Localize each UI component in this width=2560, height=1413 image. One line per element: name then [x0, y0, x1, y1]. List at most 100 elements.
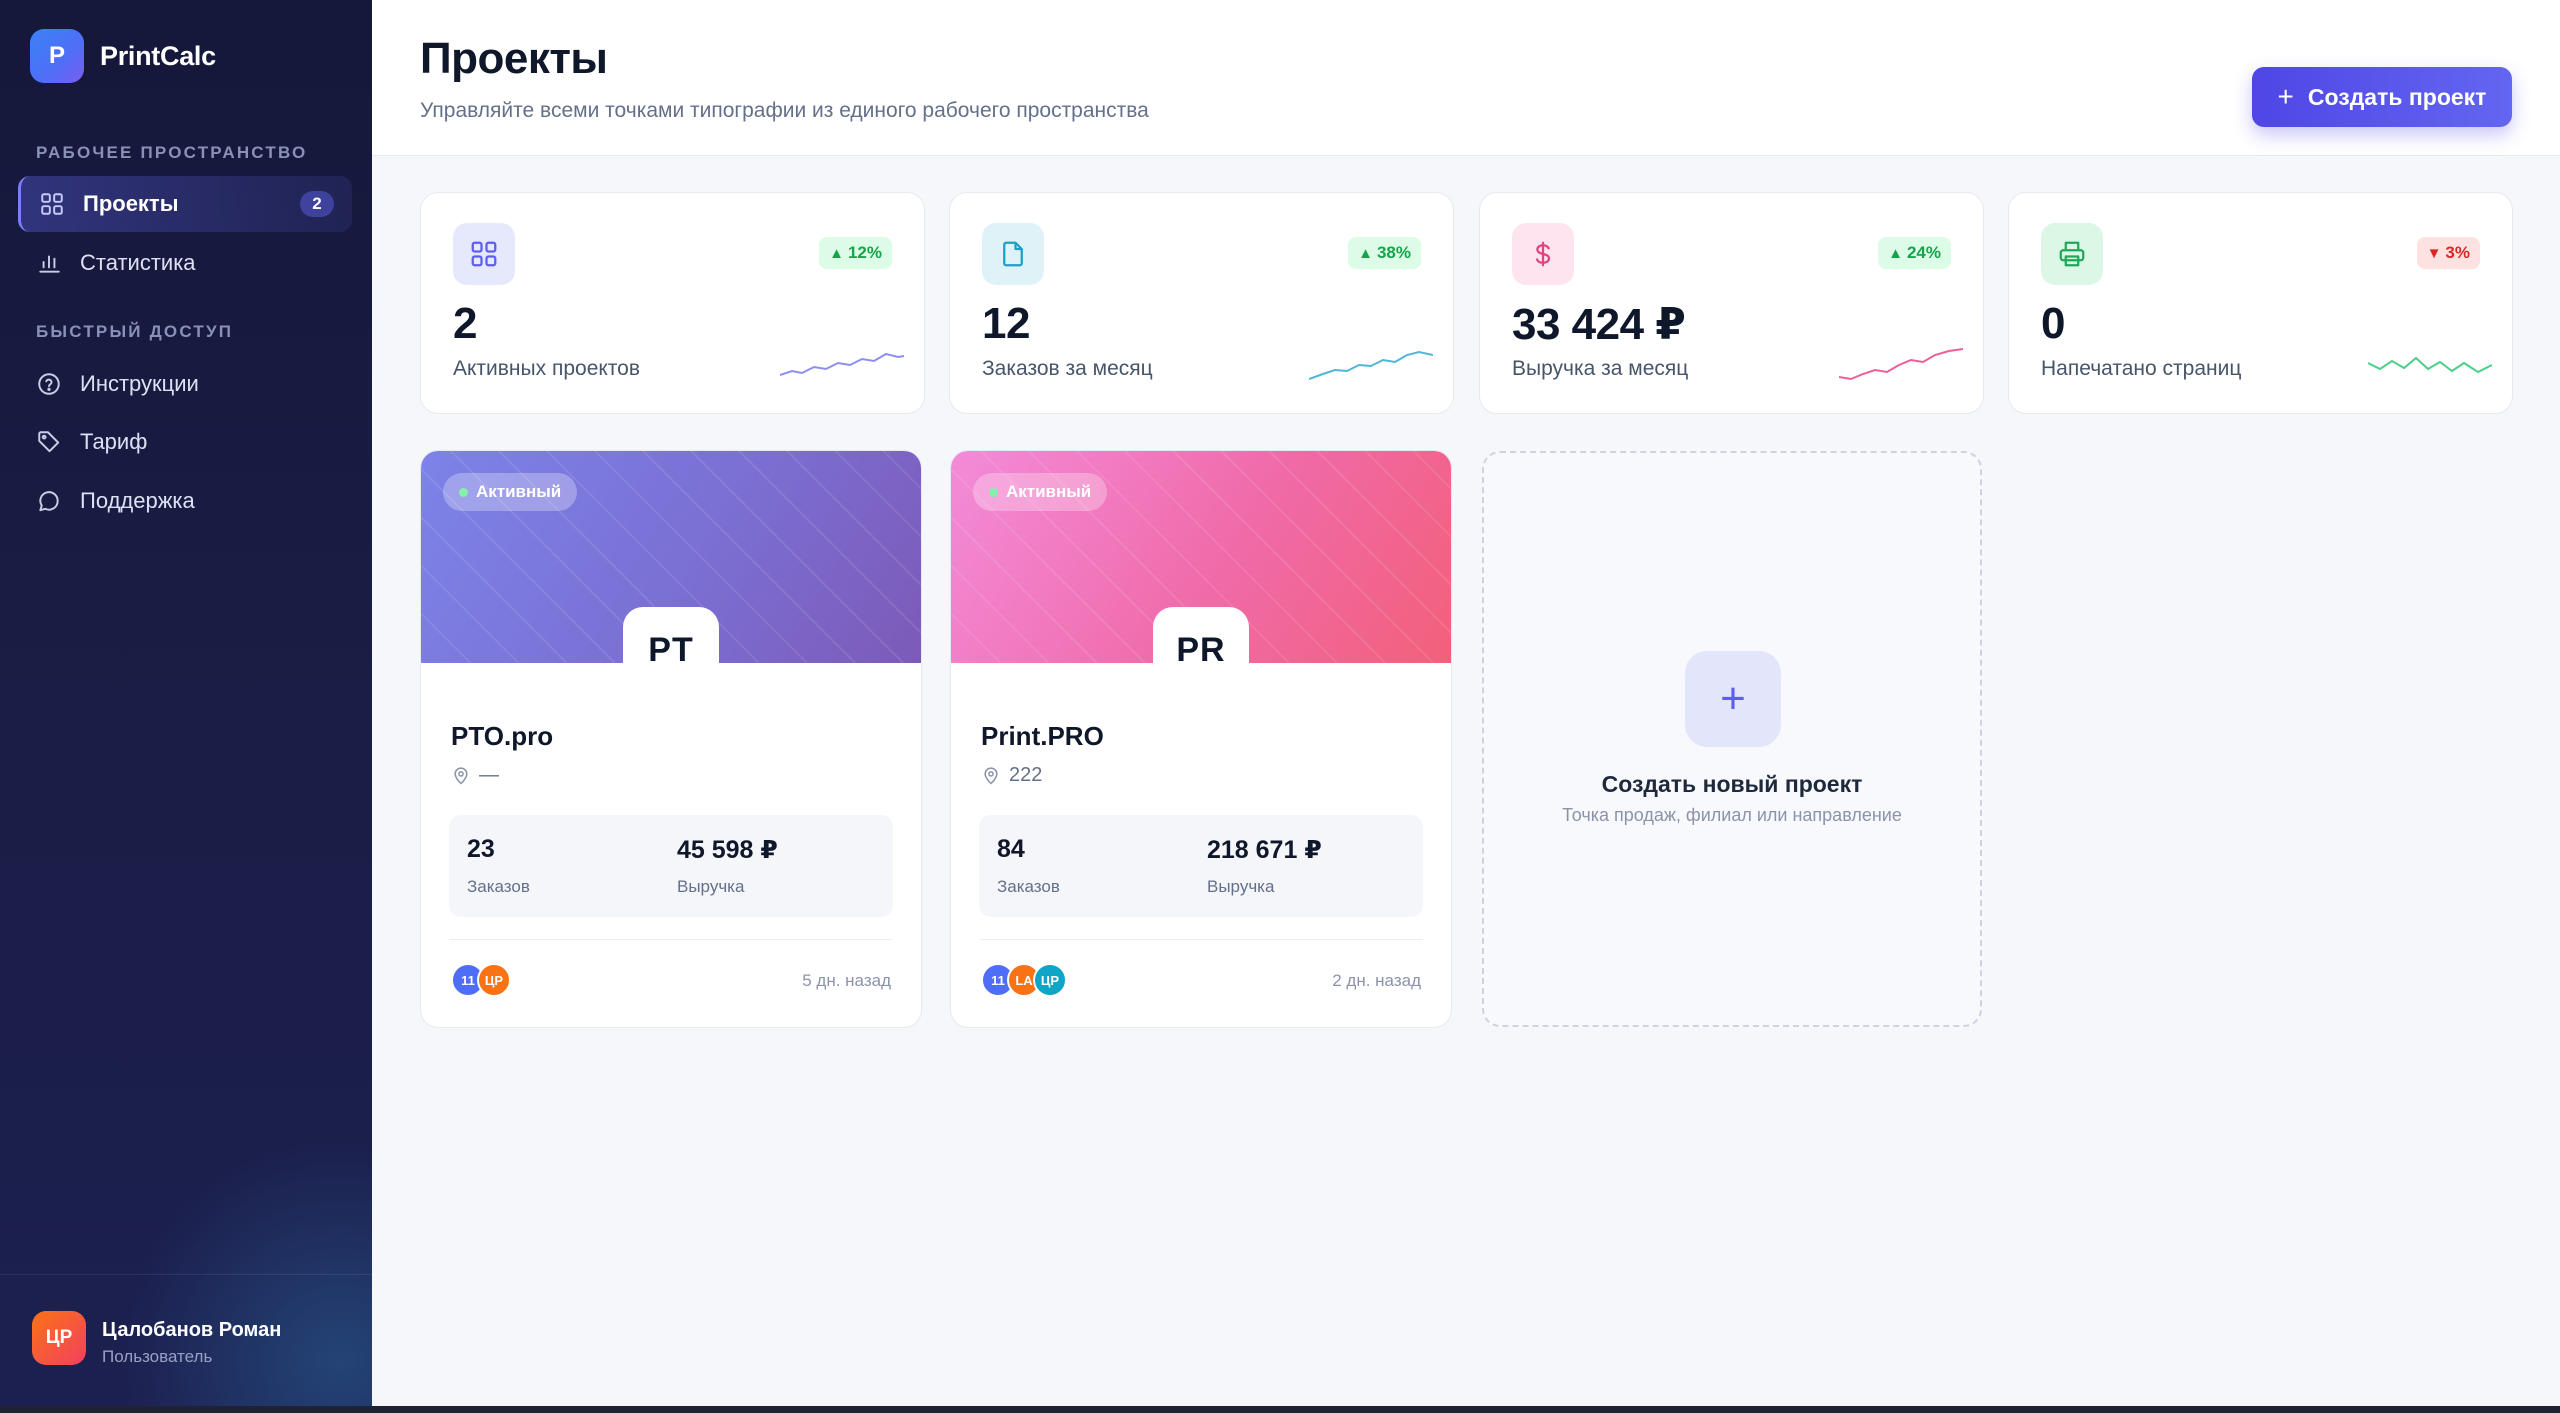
status-label: Активный — [1006, 482, 1092, 501]
last-updated: 2 дн. назад — [1332, 971, 1421, 990]
brand-logo: P — [30, 29, 84, 83]
bar-chart-icon — [39, 255, 60, 273]
stat-label: Заказов за месяц — [982, 357, 1153, 380]
divider — [979, 939, 1423, 940]
user-avatar: ЦР — [32, 1311, 86, 1365]
create-new-project-card[interactable]: + Создать новый проект Точка продаж, фил… — [1482, 451, 1982, 1027]
sparkline — [1839, 348, 1963, 381]
trend-badge: ▲ 38% — [1348, 237, 1421, 269]
sidebar-item-label: Статистика — [80, 250, 196, 275]
dollar-icon — [1535, 241, 1551, 267]
project-location-text: — — [479, 764, 499, 786]
trend-value: 12% — [847, 243, 882, 262]
grid-icon — [41, 193, 63, 215]
stat-icon-box — [2041, 223, 2103, 285]
arrow-up-icon: ▲ — [1358, 244, 1373, 262]
project-card-print-pro[interactable]: Активный PR Print.PRO 222 84 Заказов 218… — [950, 450, 1452, 1028]
page-header: Проекты Управляйте всеми точками типогра… — [372, 0, 2560, 156]
brand-name: PrintCalc — [100, 40, 216, 71]
user-name: Цалобанов Роман — [102, 1319, 282, 1341]
chat-bubble-icon — [39, 491, 59, 512]
stat-icon-box — [453, 223, 515, 285]
project-card-pto-pro[interactable]: Активный PT PTO.pro — 23 Заказов 45 598 … — [420, 450, 922, 1028]
project-name[interactable]: PTO.pro — [451, 721, 553, 752]
sidebar-item-label: Проекты — [83, 191, 179, 216]
new-project-subtitle: Точка продаж, филиал или направление — [1562, 805, 1902, 825]
page-title: Проекты — [420, 34, 608, 83]
status-dot — [989, 487, 998, 497]
arrow-down-icon: ▼ — [2426, 244, 2442, 262]
stat-value: 0 — [2041, 299, 2065, 348]
member-avatar: ЦР — [1033, 963, 1067, 997]
status-dot — [459, 487, 468, 497]
arrow-up-icon: ▲ — [1888, 244, 1903, 262]
quick-access-section-label: БЫСТРЫЙ ДОСТУП — [36, 322, 234, 341]
grid-icon — [471, 241, 497, 267]
stat-value: 33 424 ₽ — [1512, 300, 1686, 349]
brand[interactable]: P PrintCalc — [30, 29, 216, 83]
revenue-label: Выручка — [1207, 877, 1275, 896]
sidebar-item-statistics[interactable]: Статистика — [18, 235, 352, 291]
sidebar-item-label: Инструкции — [80, 371, 199, 396]
avatar-clip-mask — [951, 663, 1451, 693]
stat-label: Активных проектов — [453, 357, 641, 380]
page-subtitle: Управляйте всеми точками типографии из е… — [420, 99, 1149, 122]
status-badge: Активный — [973, 473, 1108, 511]
status-badge: Активный — [443, 473, 578, 511]
workspace-section-label: РАБОЧЕЕ ПРОСТРАНСТВО — [36, 143, 308, 162]
trend-badge: ▲ 12% — [819, 237, 892, 269]
user-role: Пользователь — [102, 1347, 213, 1366]
trend-badge: ▲ 24% — [1878, 237, 1951, 269]
stat-value: 2 — [453, 299, 477, 348]
create-project-button-label: Создать проект — [2307, 83, 2487, 110]
sidebar-item-support[interactable]: Поддержка — [18, 473, 352, 529]
file-icon — [1003, 241, 1023, 267]
stat-card-monthly-revenue: ▲ 24% 33 424 ₽ Выручка за месяц — [1479, 192, 1984, 414]
plus-icon: + — [1685, 651, 1781, 747]
orders-count: 84 — [997, 835, 1025, 863]
trend-badge: ▼ 3% — [2416, 237, 2480, 269]
sidebar-item-projects[interactable]: Проекты 2 — [18, 176, 352, 232]
project-location-text: 222 — [1009, 764, 1043, 786]
member-avatars: 11 LA ЦР — [981, 963, 1067, 997]
project-stats: 23 Заказов 45 598 ₽ Выручка — [449, 815, 893, 917]
tag-icon — [38, 431, 60, 453]
orders-label: Заказов — [997, 877, 1060, 896]
printer-icon — [2059, 241, 2085, 267]
trend-value: 38% — [1376, 243, 1411, 262]
user-profile[interactable]: ЦР Цалобанов Роман Пользователь — [0, 1274, 372, 1408]
status-label: Активный — [476, 482, 562, 501]
member-avatar: ЦР — [477, 963, 511, 997]
sidebar-item-instructions[interactable]: Инструкции — [18, 356, 352, 412]
project-name[interactable]: Print.PRO — [981, 721, 1104, 752]
stat-card-monthly-orders: ▲ 38% 12 Заказов за месяц — [949, 192, 1454, 414]
window-bottom-edge — [0, 1406, 2560, 1413]
stat-label: Напечатано страниц — [2041, 357, 2242, 380]
sparkline — [780, 352, 904, 376]
avatar-clip-mask — [421, 663, 921, 693]
sparkline — [1309, 350, 1433, 380]
location-pin-icon — [984, 766, 998, 785]
stat-icon-box — [982, 223, 1044, 285]
stat-card-printed-pages: ▼ 3% 0 Напечатано страниц — [2008, 192, 2513, 414]
help-circle-icon — [38, 373, 60, 395]
revenue-value: 45 598 ₽ — [677, 836, 778, 864]
new-project-title: Создать новый проект — [1601, 771, 1863, 797]
last-updated: 5 дн. назад — [802, 971, 891, 990]
plus-icon: + — [2277, 81, 2294, 112]
sidebar: P PrintCalc РАБОЧЕЕ ПРОСТРАНСТВО Проекты… — [0, 0, 372, 1408]
revenue-label: Выручка — [677, 877, 745, 896]
project-stats: 84 Заказов 218 671 ₽ Выручка — [979, 815, 1423, 917]
arrow-up-icon: ▲ — [829, 244, 844, 262]
orders-count: 23 — [467, 835, 495, 863]
project-location: — — [451, 764, 499, 787]
project-location: 222 — [981, 764, 1042, 787]
sidebar-item-tariff[interactable]: Тариф — [18, 414, 352, 470]
orders-label: Заказов — [467, 877, 530, 896]
member-avatars: 11 ЦР — [451, 963, 511, 997]
create-project-button[interactable]: + Создать проект — [2252, 67, 2512, 127]
divider — [449, 939, 893, 940]
location-pin-icon — [454, 766, 468, 785]
stat-icon-box — [1512, 223, 1574, 285]
stat-label: Выручка за месяц — [1512, 357, 1689, 380]
